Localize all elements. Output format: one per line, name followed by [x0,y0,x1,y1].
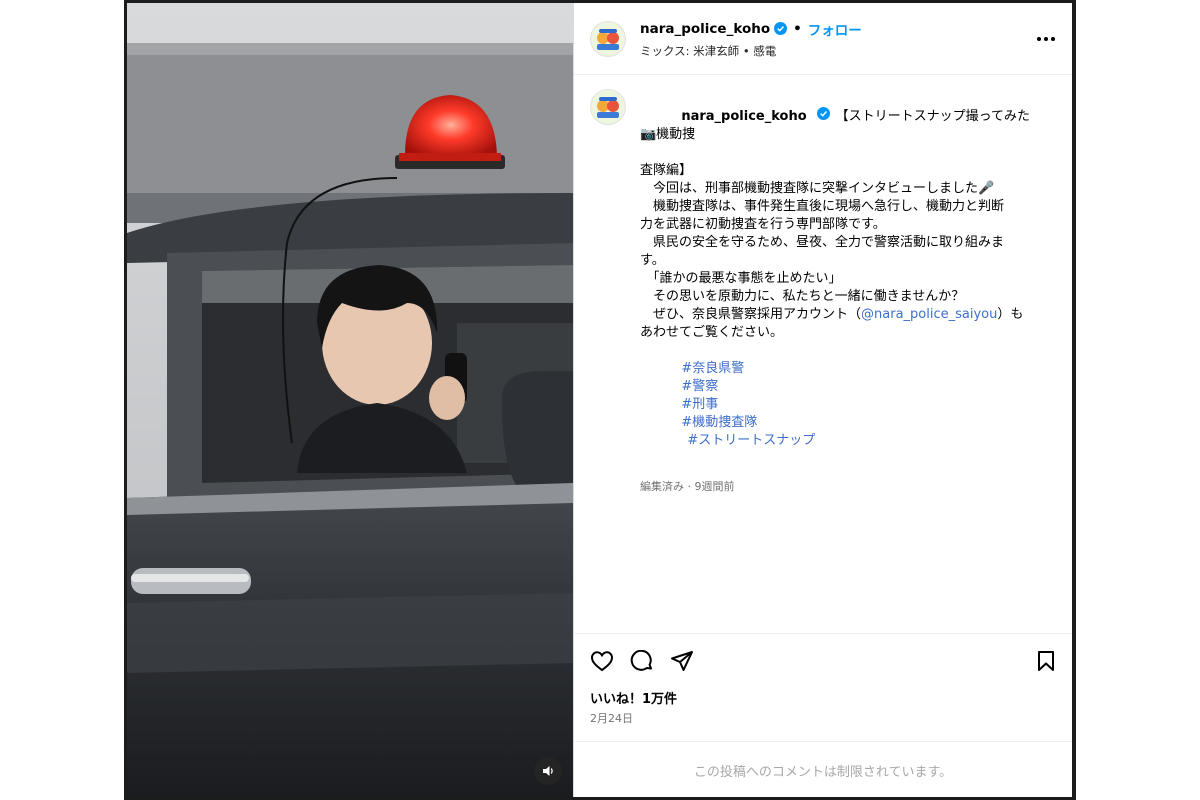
caption-line: 査隊編】 [640,163,693,178]
post-date: 2月24日 [590,712,633,725]
comments-restricted-notice: この投稿へのコメントは制限されています。 [574,741,1072,798]
audio-track[interactable]: ミックス: 米津玄師 • 感電 [640,43,862,59]
header-username[interactable]: nara_police_koho [640,21,770,37]
caption-line: 県民の安全を守るため、昼夜、全力で警察活動に取り組みま [640,235,1005,250]
caption-username[interactable]: nara_police_koho [681,109,806,124]
action-bar: いいね！1万件 2月24日 [574,633,1072,742]
heart-icon[interactable] [590,650,614,672]
mascot-logo-icon [597,97,619,118]
more-options-icon[interactable] [1034,27,1058,51]
hashtag-link[interactable]: #ストリートスナップ [687,433,815,448]
caption-line: その思いを原動力に、私たちと一緒に働きませんか？ [640,289,965,304]
mascot-logo-icon [597,28,619,50]
edited-timestamp: 編集済み · 9週間前 [640,480,735,493]
caption-line: 力を武器に初動捜査を行う専門部隊です。 [640,217,886,232]
caption-line: 機動捜査隊は、事件発生直後に現場へ急行し、機動力と判断 [640,199,1005,214]
caption-line: ぜひ、奈良県警察採用アカウント（ [640,307,862,322]
hashtag-link[interactable]: #刑事 [681,397,718,412]
verified-badge-icon [774,22,788,35]
verified-badge-icon [816,107,830,120]
mention-link[interactable]: @nara_police_saiyou [861,307,997,322]
post-side-panel: nara_police_koho • フォロー ミックス: 米津玄師 • 感電 [573,3,1072,797]
caption-line: ）も [997,307,1024,322]
post-photo[interactable] [127,3,573,797]
caption-line: 今回は、刑事部機動捜査隊に突撃インタビューしました🎤 [640,181,995,196]
follow-button[interactable]: フォロー [808,19,862,39]
caption-line: す。 [640,253,665,268]
hashtag-link[interactable]: #機動捜査隊 [681,415,757,430]
caption-line: あわせてご覧ください。 [640,325,784,340]
police-car-photo [127,3,573,797]
speaker-icon[interactable] [534,757,562,785]
avatar[interactable] [590,20,626,57]
caption-avatar[interactable] [590,89,626,125]
comment-icon[interactable] [630,650,654,672]
instagram-post: nara_police_koho • フォロー ミックス: 米津玄師 • 感電 [127,3,1072,797]
bookmark-icon[interactable] [1036,650,1056,672]
separator-dot: • [793,20,802,37]
hashtag-link[interactable]: #警察 [681,379,718,394]
caption-line: 「誰かの最悪な事態を止めたい」 [640,271,842,286]
post-header: nara_police_koho • フォロー ミックス: 米津玄師 • 感電 [574,3,1072,75]
share-icon[interactable] [670,650,694,672]
likes-count[interactable]: いいね！1万件 [590,688,677,707]
hashtag-link[interactable]: #奈良県警 [681,361,744,376]
